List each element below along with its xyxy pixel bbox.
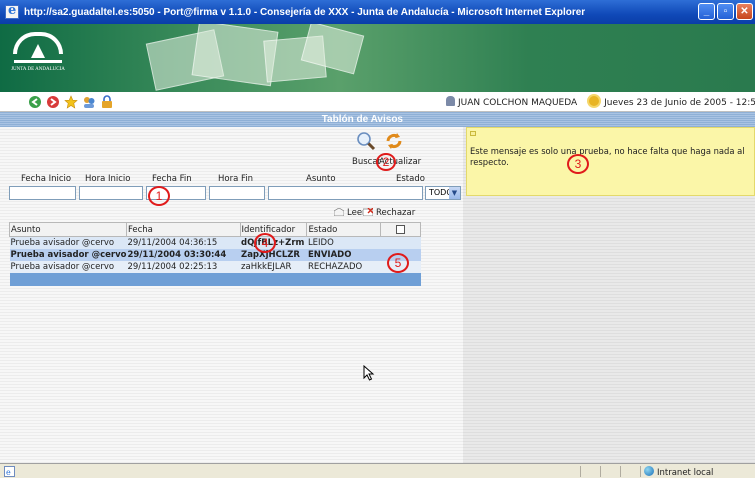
window-title: http://sa2.guadaltel.es:5050 - Port@firm…: [24, 6, 586, 18]
annotation-1: 1: [148, 186, 170, 206]
annotation-3: 3: [567, 154, 589, 174]
chevron-down-icon[interactable]: ▼: [449, 187, 460, 199]
table-row[interactable]: Prueba avisador @cervo 29/11/2004 03:30:…: [9, 248, 421, 261]
magnifier-icon: [357, 132, 376, 151]
label-estado: Estado: [396, 174, 425, 184]
star-icon[interactable]: [64, 95, 78, 109]
hora-inicio-input[interactable]: [79, 186, 143, 200]
cell-identificador: zaHkkEJLAR: [240, 260, 307, 273]
envelope-reject-icon: [363, 208, 373, 216]
estado-select[interactable]: TODOS ▼: [425, 186, 461, 200]
status-divider: [600, 466, 601, 477]
actualizar-button[interactable]: [382, 131, 406, 154]
table-footer: [9, 272, 421, 286]
svg-text:e: e: [6, 468, 11, 477]
table-header-row: Asunto Fecha Identificador Estado: [9, 222, 422, 237]
fecha-inicio-input[interactable]: [9, 186, 76, 200]
rechazar-label[interactable]: Rechazar: [376, 208, 415, 218]
cell-asunto: Prueba avisador @cervo: [9, 236, 127, 249]
current-datetime: Jueves 23 de Junio de 2005 - 12:56:: [604, 98, 755, 108]
annotation-4: 4: [254, 233, 276, 253]
leer-action[interactable]: Leer: [334, 208, 366, 218]
cell-estado: LEIDO: [306, 236, 381, 249]
header-banner: JUNTA DE ANDALUCIA: [0, 24, 755, 92]
status-divider: [580, 466, 581, 477]
refresh-icon: [386, 133, 402, 149]
window-titlebar: http://sa2.guadaltel.es:5050 - Port@firm…: [0, 0, 755, 24]
window-controls: _ ▫ ✕: [698, 3, 753, 20]
globe-icon: [644, 466, 654, 476]
page-icon: e: [4, 466, 15, 477]
cell-estado: RECHAZADO: [306, 260, 381, 273]
notices-table: Asunto Fecha Identificador Estado Prueba…: [9, 222, 422, 286]
zone-label: Intranet local: [657, 468, 714, 478]
envelope-open-icon: [334, 208, 344, 216]
lock-icon[interactable]: [100, 95, 114, 109]
rechazar-action[interactable]: Rechazar: [363, 208, 415, 218]
status-divider: [640, 466, 641, 477]
cell-identificador: ZapXjHCLZR: [240, 248, 307, 261]
status-bar: e Intranet local: [0, 463, 755, 478]
user-icon: [446, 96, 455, 106]
close-button[interactable]: ✕: [736, 3, 753, 20]
user-name: JUAN COLCHON MAQUEDA: [458, 98, 578, 108]
app-toolbar: JUAN COLCHON MAQUEDA Jueves 23 de Junio d…: [0, 92, 755, 112]
message-text: Este mensaje es solo una prueba, no hace…: [470, 146, 745, 167]
table-row[interactable]: Prueba avisador @cervo 29/11/2004 04:36:…: [9, 236, 421, 249]
annotation-5: 5: [387, 253, 409, 273]
cell-fecha: 29/11/2004 02:25:13: [126, 260, 241, 273]
section-title: Tablón de Avisos: [0, 112, 463, 127]
user-info: JUAN COLCHON MAQUEDA Jueves 23 de Junio d…: [446, 96, 755, 108]
label-fecha-fin: Fecha Fin: [152, 174, 192, 184]
note-corner-icon: [470, 131, 476, 136]
junta-logo: JUNTA DE ANDALUCIA: [8, 32, 68, 87]
table-row[interactable]: Prueba avisador @cervo 29/11/2004 02:25:…: [9, 260, 421, 273]
section-header-right: [463, 112, 755, 127]
message-note: Este mensaje es solo una prueba, no hace…: [466, 127, 755, 196]
cell-fecha: 29/11/2004 04:36:15: [126, 236, 241, 249]
label-hora-fin: Hora Fin: [218, 174, 254, 184]
cell-estado: ENVIADO: [306, 248, 381, 261]
forward-arrow-icon[interactable]: [46, 95, 60, 109]
select-all-checkbox[interactable]: [396, 224, 406, 234]
maximize-button[interactable]: ▫: [717, 3, 734, 20]
hora-fin-input[interactable]: [209, 186, 265, 200]
label-fecha-inicio: Fecha Inicio: [21, 174, 72, 184]
back-arrow-icon[interactable]: [28, 95, 42, 109]
ie-icon: [5, 3, 19, 19]
col-estado[interactable]: Estado: [306, 222, 381, 237]
cell-select: [380, 236, 421, 249]
col-select-all[interactable]: [379, 222, 422, 237]
mouse-cursor-icon: [363, 365, 375, 381]
label-asunto: Asunto: [306, 174, 336, 184]
col-identificador[interactable]: Identificador: [239, 222, 308, 237]
users-icon[interactable]: [82, 95, 96, 109]
minimize-button[interactable]: _: [698, 3, 715, 20]
label-hora-inicio: Hora Inicio: [85, 174, 131, 184]
cell-asunto: Prueba avisador @cervo: [9, 248, 127, 261]
col-fecha[interactable]: Fecha: [125, 222, 241, 237]
buscar-button[interactable]: [354, 131, 378, 154]
col-asunto[interactable]: Asunto: [9, 222, 127, 237]
asunto-input[interactable]: [268, 186, 423, 200]
annotation-2: 2: [376, 153, 396, 171]
cell-asunto: Prueba avisador @cervo: [9, 260, 127, 273]
cell-fecha: 29/11/2004 03:30:44: [126, 248, 241, 261]
sun-icon: [589, 96, 600, 106]
status-divider: [620, 466, 621, 477]
security-zone: Intranet local: [644, 466, 713, 478]
